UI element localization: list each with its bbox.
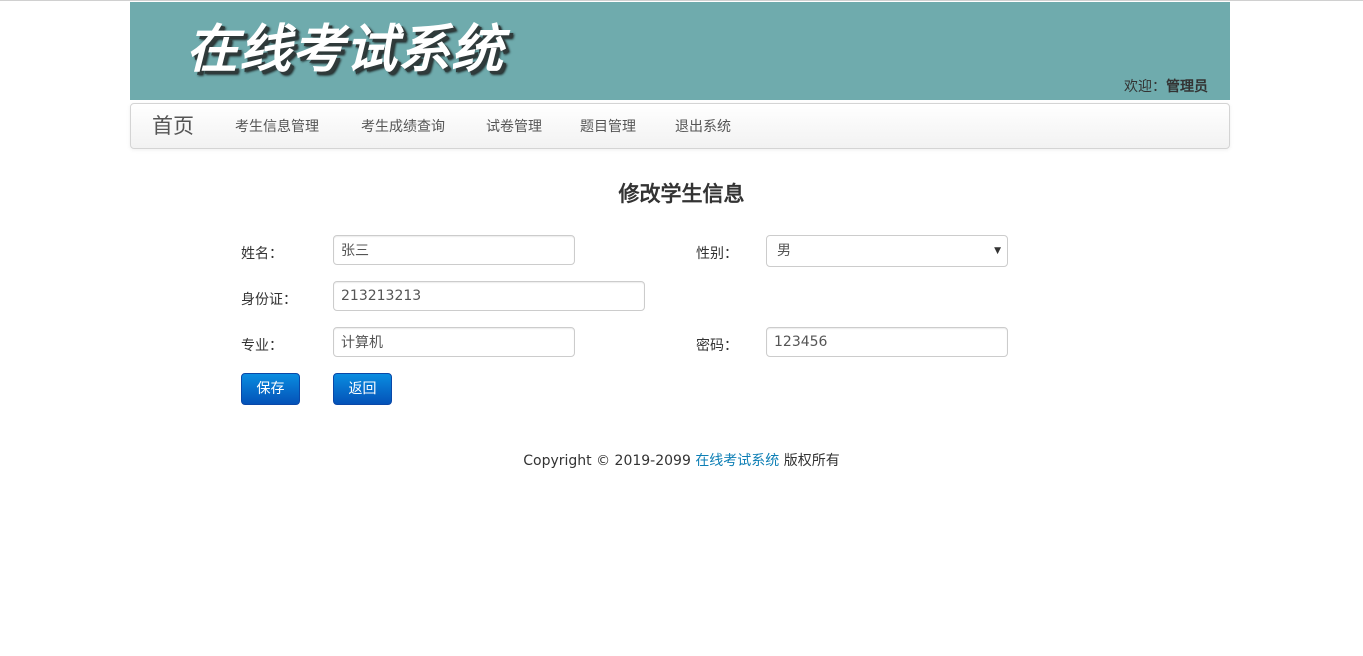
navbar: 首页 考生信息管理 考生成绩查询 试卷管理 题目管理 退出系统	[130, 103, 1230, 149]
save-button[interactable]: 保存	[241, 373, 300, 405]
welcome-text: 欢迎：管理员	[1124, 76, 1208, 96]
footer-copyright: Copyright © 2019-2099	[523, 453, 691, 469]
id-card-input[interactable]	[333, 281, 645, 311]
nav-item-score-query[interactable]: 考生成绩查询	[361, 117, 445, 137]
nav-item-logout[interactable]: 退出系统	[675, 117, 731, 137]
gender-selected-value: 男	[777, 243, 791, 259]
major-input[interactable]	[333, 327, 575, 357]
major-label: 专业：	[241, 338, 283, 354]
footer-site-link[interactable]: 在线考试系统	[695, 453, 779, 469]
footer-rights: 版权所有	[783, 453, 840, 469]
page-title: 修改学生信息	[618, 182, 745, 206]
name-input[interactable]	[333, 235, 575, 265]
welcome-prefix: 欢迎：	[1124, 79, 1166, 95]
footer: Copyright © 2019-2099 在线考试系统 版权所有	[0, 451, 1363, 471]
top-border	[0, 0, 1363, 1]
nav-item-student-info[interactable]: 考生信息管理	[235, 117, 319, 137]
gender-select[interactable]: 男 ▼	[766, 235, 1008, 267]
site-logo: 在线考试系统	[186, 19, 505, 80]
back-button[interactable]: 返回	[333, 373, 392, 405]
gender-label: 性别：	[696, 246, 738, 262]
nav-home-link[interactable]: 首页	[152, 112, 194, 140]
nav-item-question-management[interactable]: 题目管理	[580, 117, 636, 137]
header-banner: 在线考试系统 欢迎：管理员	[130, 2, 1230, 100]
password-input[interactable]	[766, 327, 1008, 357]
id-card-label: 身份证：	[241, 292, 297, 308]
dropdown-arrow-icon: ▼	[994, 246, 1001, 256]
name-label: 姓名：	[241, 246, 283, 262]
welcome-user: 管理员	[1166, 79, 1208, 95]
nav-item-paper-management[interactable]: 试卷管理	[486, 117, 542, 137]
password-label: 密码：	[696, 338, 738, 354]
